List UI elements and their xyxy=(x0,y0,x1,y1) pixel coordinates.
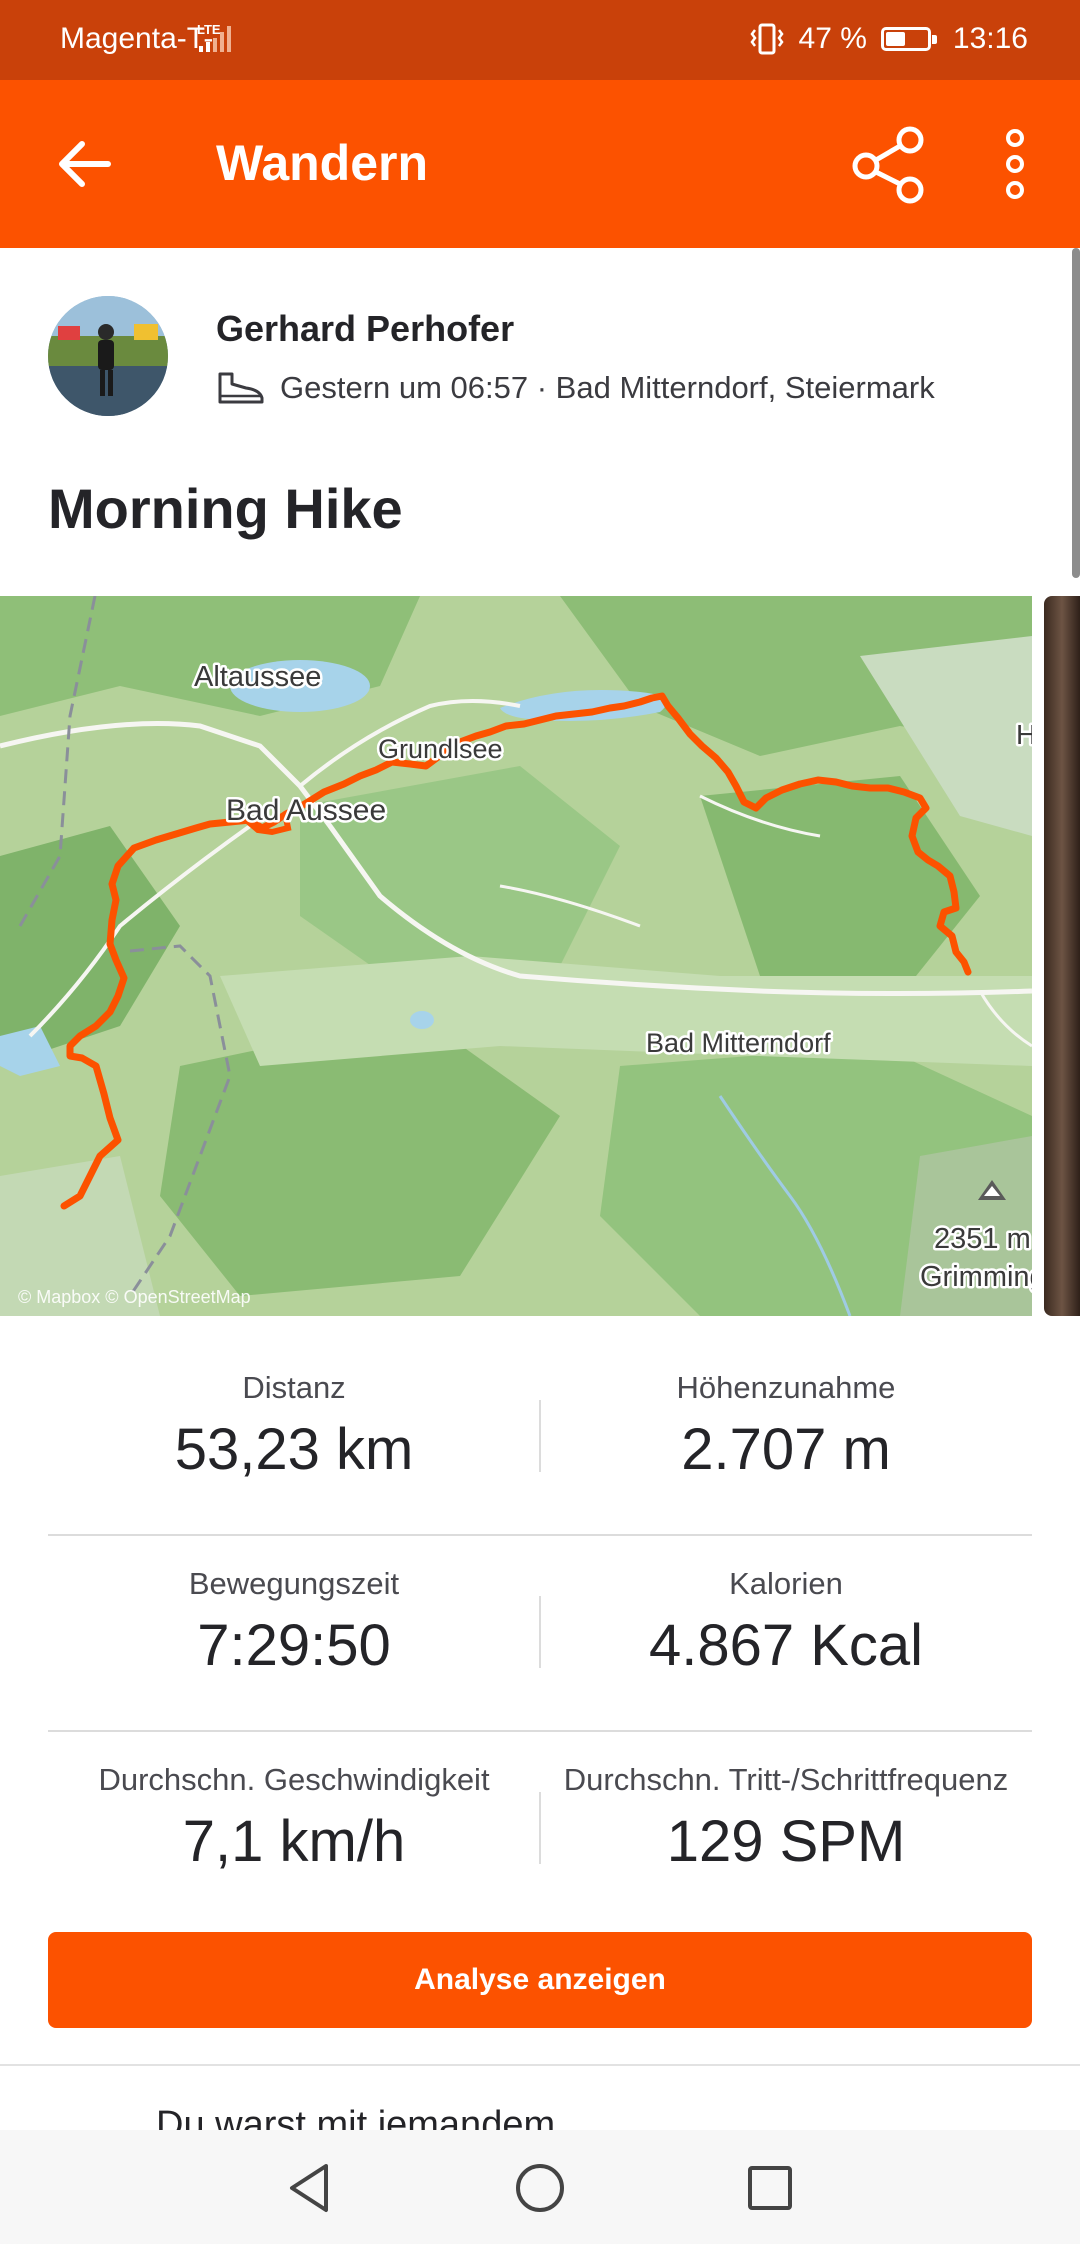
photo-carousel-peek[interactable] xyxy=(1044,596,1080,1316)
map-label-edge-letter: H xyxy=(1016,719,1032,750)
stat-label: Durchschn. Geschwindigkeit xyxy=(98,1762,490,1797)
avatar[interactable] xyxy=(48,296,168,416)
stat-value: 7,1 km/h xyxy=(182,1809,406,1874)
stat-label: Bewegungszeit xyxy=(188,1566,400,1601)
stat-label: Distanz xyxy=(242,1370,346,1405)
stat-value: 4.867 Kcal xyxy=(648,1613,924,1678)
stat-avg-speed: Durchschn. Geschwindigkeit 7,1 km/h xyxy=(48,1732,540,1875)
stat-distance: Distanz 53,23 km xyxy=(48,1340,540,1483)
section-divider xyxy=(0,2064,1080,2066)
clock: 13:16 xyxy=(952,22,1028,55)
activity-meta-text: Gestern um 06:57 · Bad Mitterndorf, Stei… xyxy=(280,370,935,405)
back-arrow-icon[interactable] xyxy=(52,132,116,196)
stats-row: Bewegungszeit 7:29:50 Kalorien 4.867 Kca… xyxy=(48,1536,1032,1732)
stat-value: 129 SPM xyxy=(666,1809,906,1874)
map-label-bad-mitterndorf: Bad Mitterndorf xyxy=(646,1028,831,1058)
more-vert-icon[interactable] xyxy=(990,128,1040,200)
map-canvas: Altaussee Grundlsee Bad Aussee Bad Mitte… xyxy=(0,596,1032,1316)
stats-grid: Distanz 53,23 km Höhenzunahme 2.707 m Be… xyxy=(48,1340,1032,1926)
stat-avg-cadence: Durchschn. Tritt-/Schrittfrequenz 129 SP… xyxy=(540,1732,1032,1875)
stats-row: Durchschn. Geschwindigkeit 7,1 km/h Durc… xyxy=(48,1732,1032,1926)
map-label-altaussee: Altaussee xyxy=(194,661,321,693)
stat-label: Durchschn. Tritt-/Schrittfrequenz xyxy=(563,1762,1009,1797)
stat-value: 7:29:50 xyxy=(197,1613,391,1678)
map-label-peak-name: Grimming xyxy=(920,1261,1032,1293)
stat-moving-time: Bewegungszeit 7:29:50 xyxy=(48,1536,540,1679)
athlete-name[interactable]: Gerhard Perhofer xyxy=(216,308,514,350)
stat-label: Höhenzunahme xyxy=(676,1370,896,1405)
stat-label: Kalorien xyxy=(729,1566,843,1601)
activity-meta: Gestern um 06:57 · Bad Mitterndorf, Stei… xyxy=(216,370,935,406)
nav-recents-icon[interactable] xyxy=(740,2158,800,2218)
stat-elevation-gain: Höhenzunahme 2.707 m xyxy=(540,1340,1032,1483)
map-label-bad-aussee: Bad Aussee xyxy=(226,794,386,827)
network-type-label: LTE xyxy=(197,22,221,37)
app-bar: Wandern xyxy=(0,80,1080,248)
analyse-button[interactable]: Analyse anzeigen xyxy=(48,1932,1032,2028)
stats-row: Distanz 53,23 km Höhenzunahme 2.707 m xyxy=(48,1340,1032,1536)
carrier-label: Magenta-T- xyxy=(60,22,214,55)
battery-percent: 47 % xyxy=(798,22,867,55)
scrollbar[interactable] xyxy=(1072,248,1080,578)
map-label-peak-height: 2351 m xyxy=(934,1223,1031,1255)
system-nav-bar xyxy=(0,2130,1080,2244)
nav-home-icon[interactable] xyxy=(510,2158,570,2218)
battery-icon xyxy=(880,27,937,51)
stat-value: 53,23 km xyxy=(174,1417,414,1482)
route-map[interactable]: Altaussee Grundlsee Bad Aussee Bad Mitte… xyxy=(0,596,1032,1316)
vibrate-icon xyxy=(749,23,784,55)
stat-calories: Kalorien 4.867 Kcal xyxy=(540,1536,1032,1679)
signal-icon: LTE xyxy=(197,22,231,52)
activity-title: Morning Hike xyxy=(48,477,403,540)
map-label-grundlsee: Grundlsee xyxy=(378,734,503,764)
map-attribution[interactable]: © Mapbox © OpenStreetMap xyxy=(18,1287,251,1308)
page-title: Wandern xyxy=(216,135,429,191)
nav-back-icon[interactable] xyxy=(280,2158,340,2218)
status-bar: Magenta-T- LTE 47 % 13:16 xyxy=(0,0,1080,80)
share-icon[interactable] xyxy=(848,124,928,204)
stat-value: 2.707 m xyxy=(681,1417,891,1482)
hiking-boot-icon xyxy=(218,372,264,404)
